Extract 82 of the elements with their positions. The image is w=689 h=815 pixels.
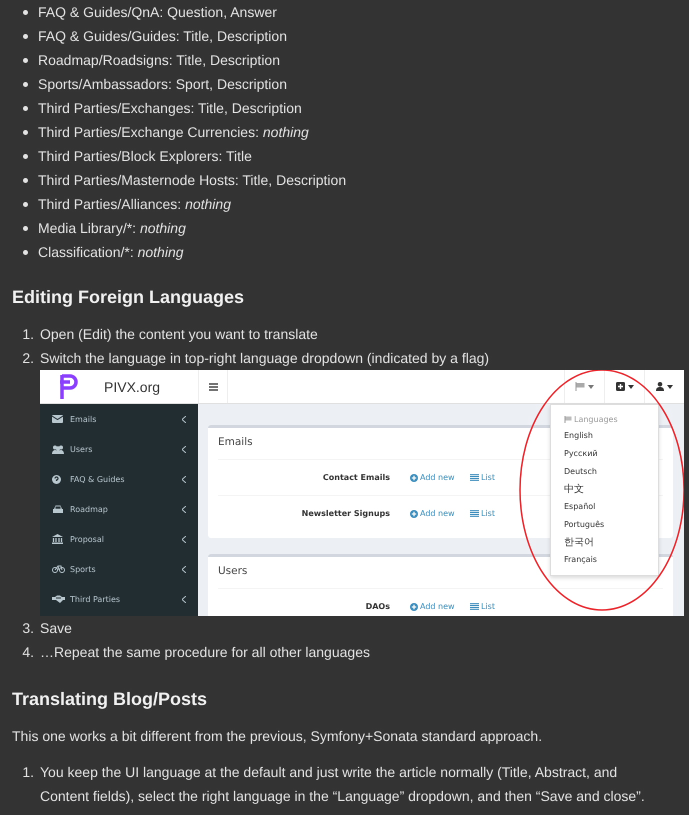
plus-square-icon (616, 382, 624, 391)
flag-icon (564, 416, 572, 422)
chevron-icon (182, 596, 186, 602)
list-number: 3. (21, 619, 34, 638)
bullet-icon (23, 10, 28, 14)
bullet-icon (23, 82, 28, 86)
list-link[interactable]: List (470, 509, 530, 518)
list-link[interactable]: List (470, 473, 530, 482)
plus-circle-icon (410, 474, 418, 482)
chevron-icon (182, 476, 186, 482)
caret-icon (588, 384, 594, 388)
caret-icon (667, 384, 673, 388)
language-option[interactable]: 한국어 (564, 533, 658, 551)
user-icon (656, 382, 664, 391)
list-item-text: Switch the language in top-right language dropdown (indicated by a flag) (40, 349, 490, 368)
list-number: 2. (21, 349, 34, 368)
chevron-icon (182, 506, 186, 512)
dropdown-header: Languages (574, 414, 618, 424)
users-icon (52, 444, 64, 454)
list-number: 4. (21, 643, 34, 662)
envelope-icon (52, 415, 63, 423)
language-option[interactable]: Français (564, 550, 658, 568)
list-icon (470, 603, 479, 610)
add-new-link[interactable]: Add new (410, 509, 470, 518)
bullet-icon (23, 106, 28, 110)
question-icon (52, 474, 61, 484)
list-number: 1. (21, 325, 34, 344)
flag-icon (575, 382, 585, 391)
caret-icon (628, 384, 634, 388)
list-link[interactable]: List (470, 602, 530, 611)
bullet-icon (23, 130, 28, 134)
plus-circle-icon (410, 510, 418, 518)
list-item-text: Media Library/*: nothing (38, 220, 186, 236)
language-option[interactable]: Deutsch (564, 462, 658, 480)
menu-button[interactable] (198, 370, 228, 403)
language-option[interactable]: Português (564, 515, 658, 534)
chevron-icon (182, 416, 186, 422)
language-option[interactable]: 中文 (564, 480, 658, 498)
list-item-text: FAQ & Guides/Guides: Title, Description (38, 28, 287, 44)
list-item-text: Third Parties/Masternode Hosts: Title, Description (38, 172, 346, 188)
chevron-icon (182, 566, 186, 572)
bullet-icon (23, 58, 28, 62)
list-item-text: Classification/*: nothing (38, 244, 184, 260)
logo-icon (60, 372, 78, 400)
bank-icon (52, 534, 63, 544)
bullet-icon (23, 34, 28, 38)
language-option[interactable]: Русский (564, 444, 658, 462)
section-heading: Translating Blog/Posts (12, 688, 208, 711)
site-title: PIVX.org (104, 378, 160, 394)
list-item-text: Save (40, 619, 73, 638)
paragraph: This one works a bit different from the previous, Symfony+Sonata standard approach. (12, 727, 544, 746)
list-icon (470, 474, 479, 481)
language-option[interactable]: Español (564, 498, 658, 516)
bullet-icon (23, 250, 28, 254)
list-item-text: Roadmap/Roadsigns: Title, Description (38, 52, 280, 68)
list-item-text: Sports/Ambassadors: Sport, Description (38, 76, 287, 92)
add-new-link[interactable]: Add new (410, 473, 470, 482)
section-heading: Editing Foreign Languages (12, 286, 246, 309)
menu-icon (208, 382, 218, 390)
chevron-icon (182, 536, 186, 542)
bullet-icon (23, 154, 28, 158)
chevron-icon (182, 446, 186, 452)
plus-circle-icon (410, 602, 418, 610)
list-item-text: Third Parties/Exchange Currencies: nothing (38, 124, 309, 140)
list-item-text: Third Parties/Exchanges: Title, Description (38, 100, 302, 116)
list-number: 1. (21, 763, 34, 782)
add-new-link[interactable]: Add new (410, 602, 470, 611)
list-item-text: FAQ & Guides/QnA: Question, Answer (38, 4, 277, 20)
row-label: DAOs (364, 602, 390, 611)
list-icon (470, 510, 479, 517)
list-item-text: Open (Edit) the content you want to translate (40, 325, 319, 344)
list-item-text: You keep the UI language at the default and just write the article normally (Title, Abstract, and Content fields), select the right language in the “Language” dropdown, and then “Save and close”. (40, 763, 646, 806)
list-item-text: Third Parties/Alliances: nothing (38, 196, 231, 212)
row-label: Contact Emails (322, 473, 390, 482)
bicycle-icon (52, 565, 65, 573)
bullet-icon (23, 178, 28, 182)
row-label: Newsletter Signups (300, 509, 390, 518)
list-item-text: …Repeat the same procedure for all other languages (40, 643, 371, 662)
bullet-icon (23, 226, 28, 230)
language-option[interactable]: English (564, 427, 658, 445)
bullet-icon (23, 202, 28, 206)
list-item-text: Third Parties/Block Explorers: Title (38, 148, 252, 164)
